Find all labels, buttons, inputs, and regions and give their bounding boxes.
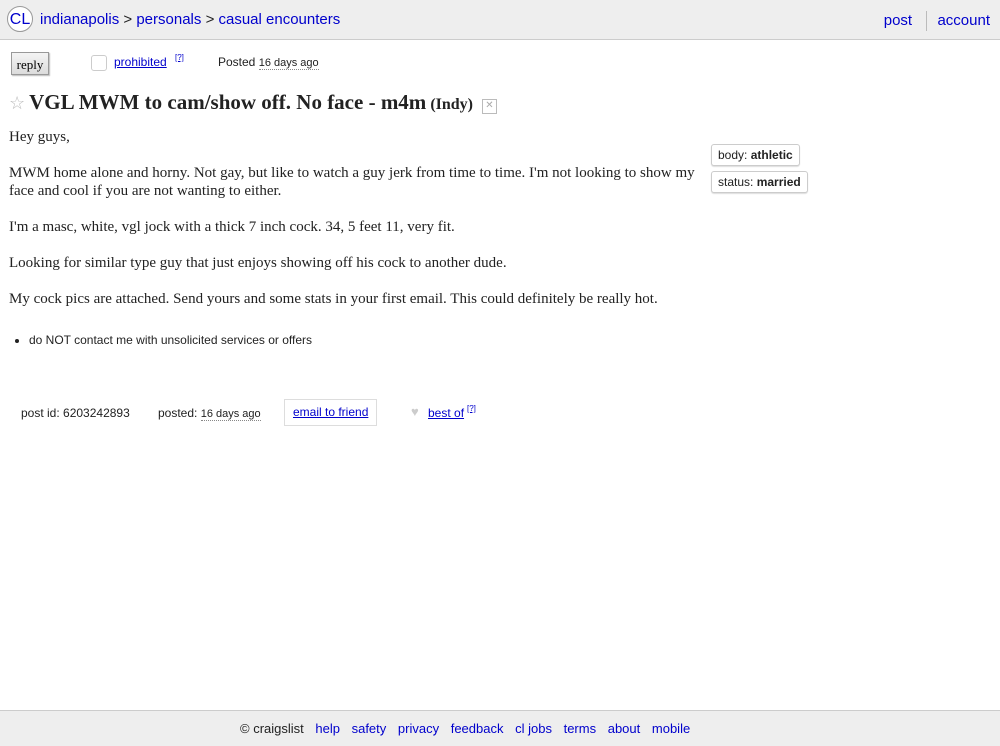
- posted-info: posted: 16 days ago: [158, 406, 261, 421]
- attribute-label: body:: [718, 148, 748, 162]
- reply-button[interactable]: reply: [11, 52, 49, 75]
- footer-link-help[interactable]: help: [315, 721, 340, 736]
- posted-info-label: posted:: [158, 406, 198, 420]
- breadcrumb-personals[interactable]: personals: [136, 11, 201, 28]
- footer-link-mobile[interactable]: mobile: [652, 721, 690, 736]
- body-paragraph: Looking for similar type guy that just e…: [9, 255, 507, 271]
- copyright: © craigslist: [240, 721, 304, 736]
- divider: [926, 11, 928, 31]
- hide-posting-icon[interactable]: ✕: [482, 99, 497, 114]
- body-paragraph: Hey guys,: [9, 129, 70, 145]
- post-link[interactable]: post: [884, 12, 912, 29]
- breadcrumb-indianapolis[interactable]: indianapolis: [40, 11, 119, 28]
- attribute-value: athletic: [750, 148, 793, 162]
- footer-link-terms[interactable]: terms: [564, 721, 597, 736]
- footer-links: © craigslist help safety privacy feedbac…: [240, 721, 690, 736]
- notice-item: do NOT contact me with unsolicited servi…: [29, 333, 312, 347]
- footer-link-safety[interactable]: safety: [352, 721, 387, 736]
- body-paragraph: I'm a masc, white, vgl jock with a thick…: [9, 219, 455, 235]
- footer-link-feedback[interactable]: feedback: [451, 721, 504, 736]
- footer-link-cl-jobs[interactable]: cl jobs: [515, 721, 552, 736]
- attribute-status: status: married: [711, 171, 808, 193]
- footer: © craigslist help safety privacy feedbac…: [0, 710, 1000, 746]
- email-to-friend-button[interactable]: email to friend: [284, 399, 378, 426]
- attribute-value: married: [756, 175, 801, 189]
- breadcrumb-separator: >: [205, 11, 215, 28]
- prohibited-flag-link[interactable]: prohibited: [114, 55, 167, 69]
- footer-link-about[interactable]: about: [608, 721, 641, 736]
- prohibited-help-link[interactable]: [?]: [175, 53, 184, 62]
- account-link[interactable]: account: [937, 12, 990, 29]
- posted-date: Posted 16 days ago: [218, 55, 319, 70]
- posting-title: ☆ VGL MWM to cam/show off. No face - m4m …: [9, 90, 497, 115]
- attribute-body: body: athletic: [711, 144, 800, 166]
- flag-checkbox[interactable]: [91, 55, 107, 71]
- body-paragraph: My cock pics are attached. Send yours an…: [9, 291, 658, 307]
- top-header: CL indianapolis > personals > casual enc…: [0, 0, 1000, 40]
- post-id: post id: 6203242893: [21, 406, 130, 420]
- posted-info-date: 16 days ago: [200, 408, 261, 421]
- breadcrumb-separator: >: [123, 11, 133, 28]
- notices-list: do NOT contact me with unsolicited servi…: [9, 333, 312, 347]
- attribute-label: status:: [718, 175, 754, 189]
- favorite-star-icon[interactable]: ☆: [9, 93, 25, 113]
- craigslist-logo[interactable]: CL: [7, 6, 33, 32]
- breadcrumb: indianapolis > personals > casual encoun…: [40, 11, 340, 28]
- best-of-help-link[interactable]: [?]: [467, 404, 476, 413]
- footer-link-privacy[interactable]: privacy: [398, 721, 439, 736]
- heart-icon[interactable]: ♥: [411, 404, 419, 419]
- best-of-link[interactable]: best of: [428, 406, 464, 420]
- posting-location: (Indy): [430, 96, 473, 113]
- posting-body: Hey guys, MWM home alone and horny. Not …: [9, 128, 709, 326]
- breadcrumb-casual-encounters[interactable]: casual encounters: [219, 11, 341, 28]
- body-paragraph: MWM home alone and horny. Not gay, but l…: [9, 165, 695, 199]
- posted-label: Posted: [218, 55, 256, 69]
- user-links: post account: [884, 11, 990, 31]
- posting-title-text: VGL MWM to cam/show off. No face - m4m: [29, 90, 427, 114]
- posted-date-value: 16 days ago: [258, 57, 319, 70]
